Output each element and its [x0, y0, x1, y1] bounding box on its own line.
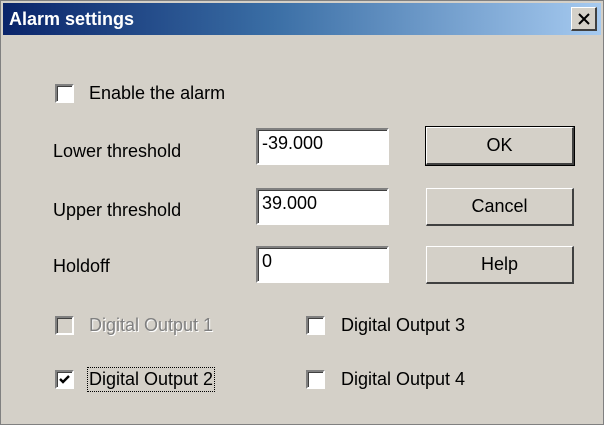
upper-threshold-label: Upper threshold	[53, 200, 182, 220]
close-icon	[577, 12, 590, 25]
checkmark-icon	[59, 375, 70, 384]
digital-output-3-checkbox[interactable]	[306, 316, 325, 335]
digital-output-1-label: Digital Output 1	[89, 315, 214, 335]
title-bar: Alarm settings	[3, 3, 601, 35]
enable-alarm-checkbox[interactable]	[55, 84, 74, 103]
alarm-settings-dialog: Alarm settings Enable the alarm Lower th…	[0, 0, 604, 425]
digital-output-3-label[interactable]: Digital Output 3	[341, 315, 465, 336]
ok-button[interactable]: OK	[425, 126, 575, 166]
cancel-button[interactable]: Cancel	[426, 188, 574, 226]
digital-output-1-checkbox	[55, 316, 74, 335]
lower-threshold-label: Lower threshold	[53, 141, 182, 161]
lower-threshold-input[interactable]: -39.000	[256, 128, 389, 165]
digital-output-4-checkbox[interactable]	[306, 370, 325, 389]
digital-output-2-checkbox[interactable]	[55, 370, 74, 389]
dialog-title: Alarm settings	[9, 9, 135, 29]
help-button[interactable]: Help	[426, 246, 574, 284]
upper-threshold-input[interactable]: 39.000	[256, 188, 389, 225]
holdoff-input[interactable]: 0	[256, 246, 389, 283]
enable-alarm-label[interactable]: Enable the alarm	[89, 83, 225, 104]
close-button[interactable]	[571, 7, 597, 31]
holdoff-label: Holdoff	[53, 256, 110, 276]
digital-output-4-label[interactable]: Digital Output 4	[341, 369, 465, 390]
digital-output-2-label[interactable]: Digital Output 2	[86, 367, 216, 392]
